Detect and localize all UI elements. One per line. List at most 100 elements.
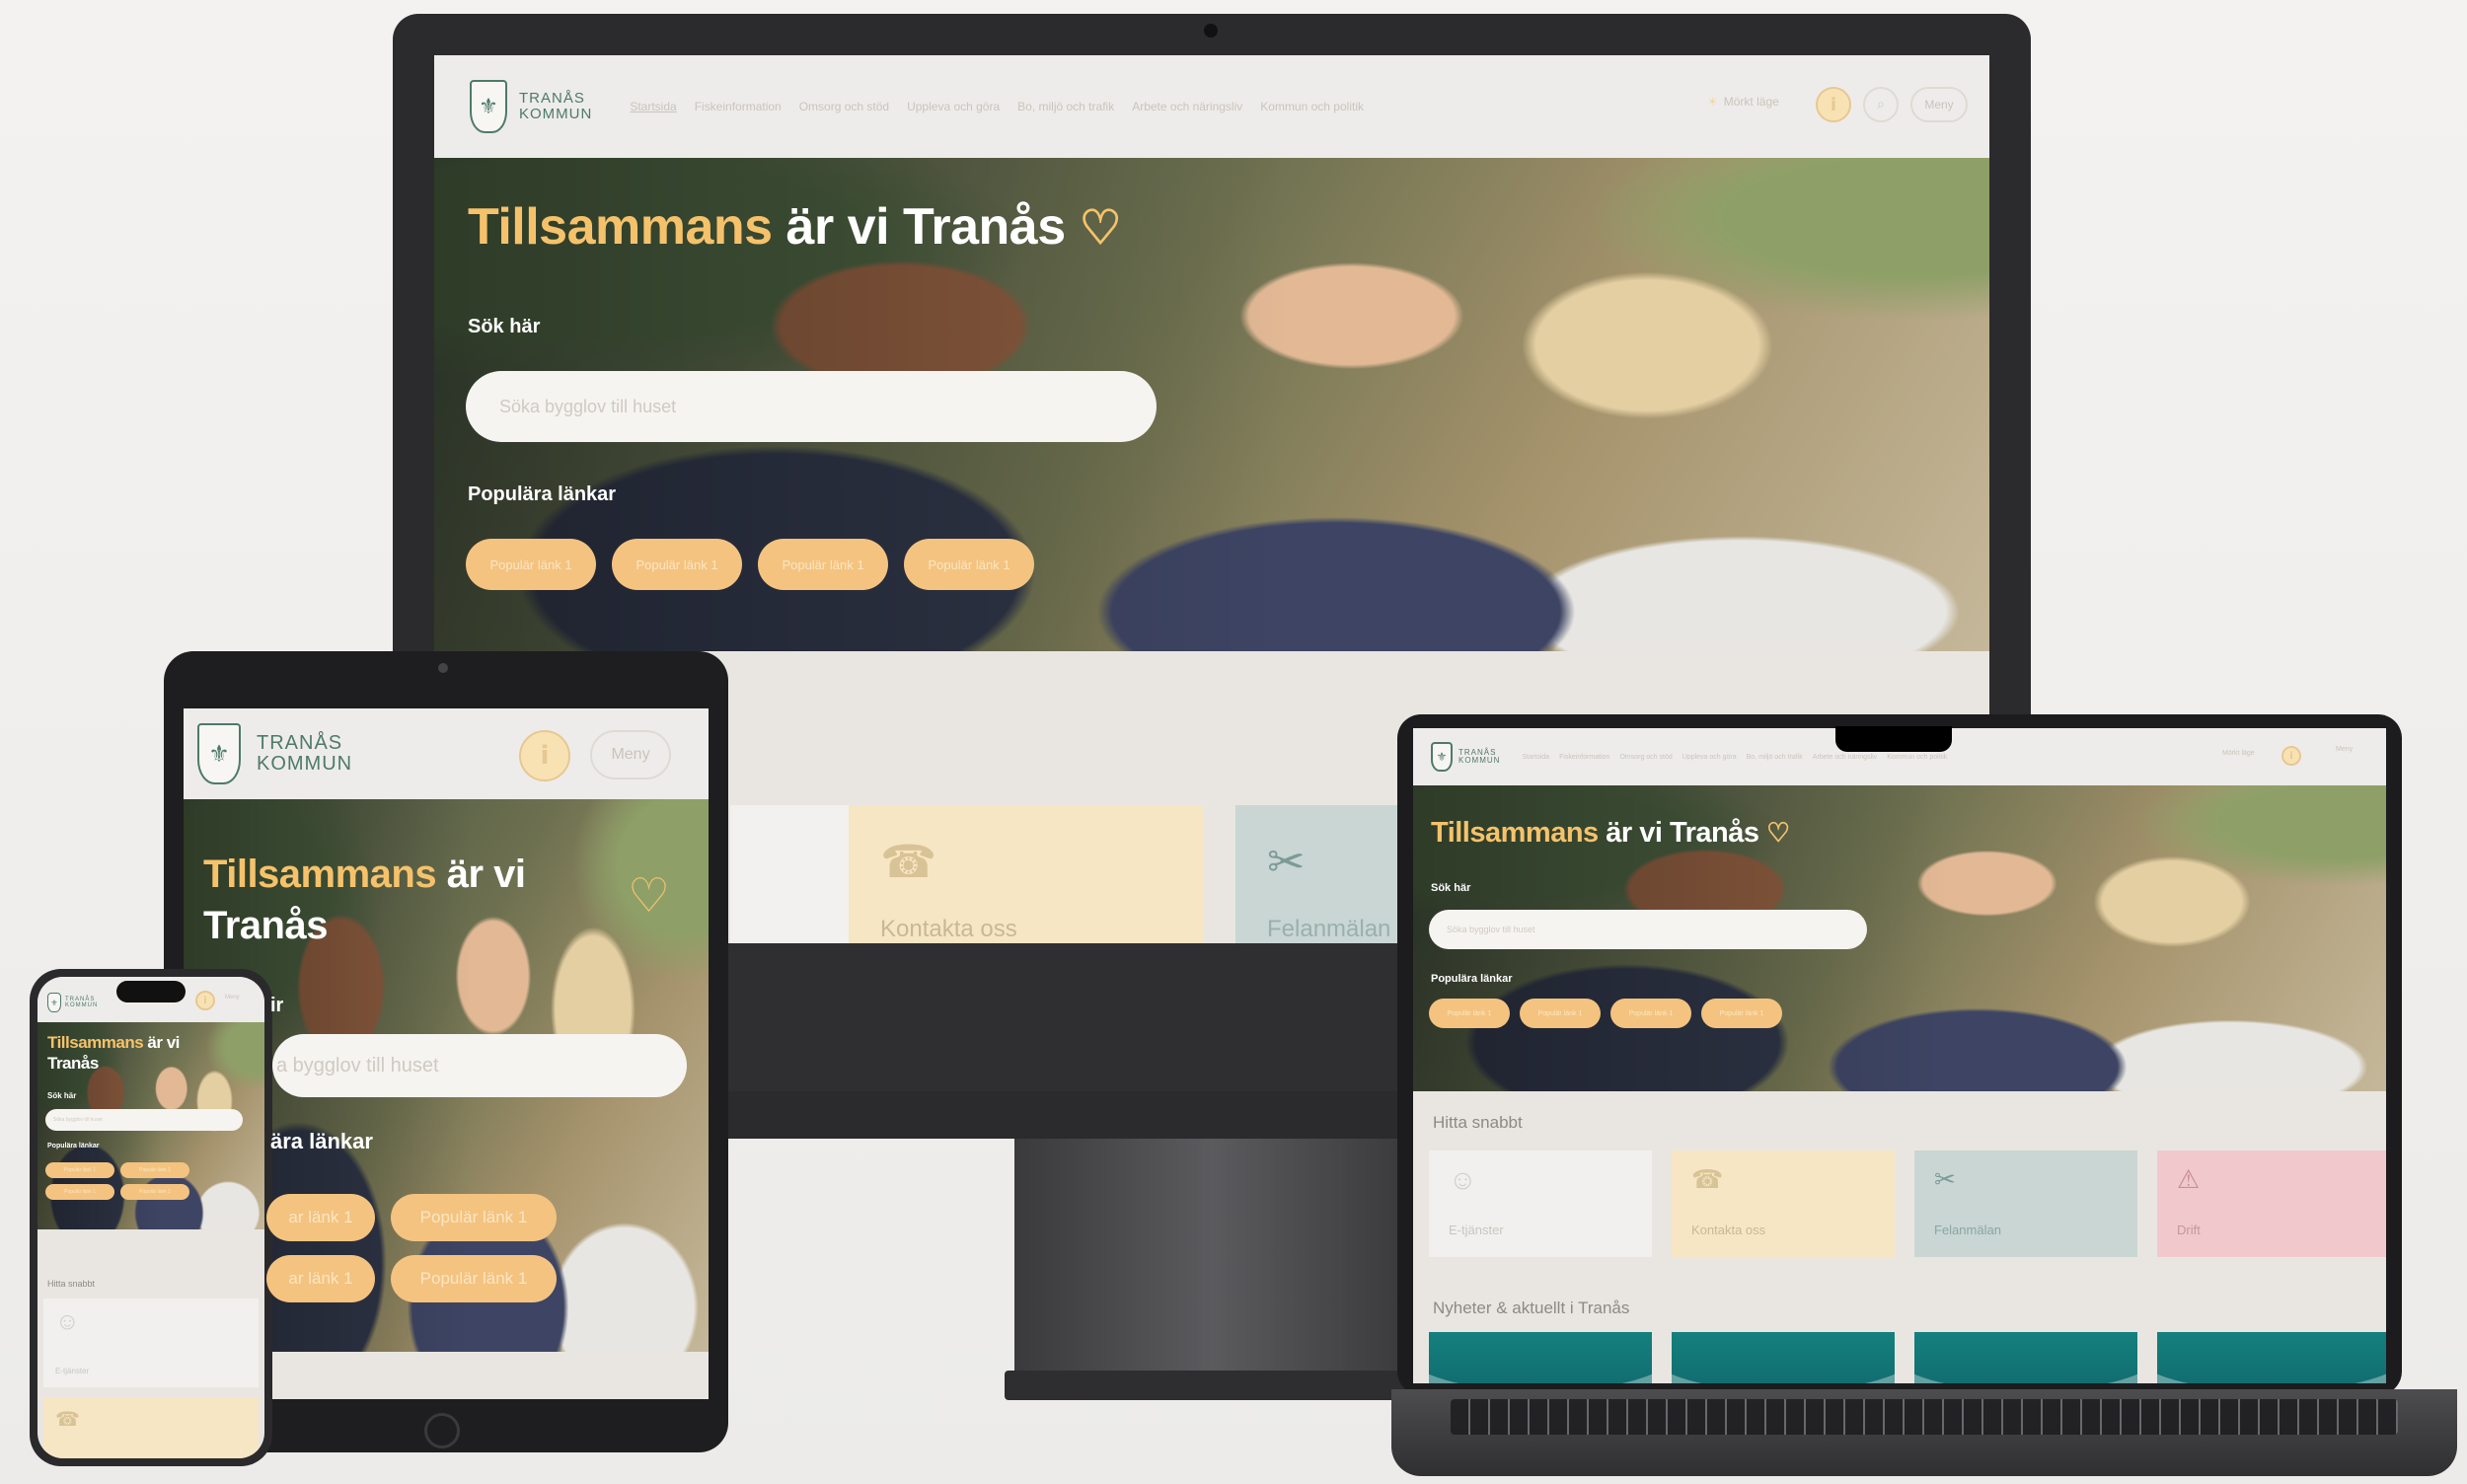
phone-popular-link-4[interactable]: Populär länk 1 (120, 1184, 189, 1200)
laptop-popular-links-label: Populära länkar (1431, 973, 1513, 985)
nav-item-4[interactable]: Uppleva och göra (907, 100, 1000, 113)
phone-search-input[interactable]: Söka bygglov till huset (45, 1109, 243, 1131)
laptop-nav-item-7[interactable]: Kommun och politik (1887, 754, 1947, 761)
popular-links: Populär länk 1 Populär länk 1 Populär lä… (466, 539, 1034, 590)
phone-popular-link-1[interactable]: Populär länk 1 (45, 1162, 114, 1178)
nav-item-3[interactable]: Omsorg och stöd (799, 100, 889, 113)
laptop-heart-icon: ♡ (1766, 818, 1790, 848)
popular-link-3[interactable]: Populär länk 1 (758, 539, 888, 590)
tablet-hero-title-rest: är vi (446, 853, 526, 896)
menu-button[interactable]: Meny (1910, 87, 1968, 122)
laptop-quick-card-report[interactable]: ✂ Felanmälan (1914, 1150, 2137, 1257)
laptop-menu-button[interactable]: Meny (2336, 746, 2353, 753)
popular-link-2[interactable]: Populär länk 1 (612, 539, 742, 590)
main-nav: Startsida Fiskeinformation Omsorg och st… (630, 100, 1364, 113)
phone-popular-link-2[interactable]: Populär länk 1 (120, 1162, 189, 1178)
hero-search-input[interactable]: Söka bygglov till huset (466, 371, 1157, 442)
laptop-search-label: Sök här (1431, 882, 1471, 894)
nav-item-7[interactable]: Kommun och politik (1260, 100, 1364, 113)
phone-logo-shield-icon[interactable]: ⚜ (47, 993, 61, 1012)
laptop-logo-line2: KOMMUN (1458, 756, 1501, 765)
phone-search-placeholder: Söka bygglov till huset (53, 1117, 103, 1123)
hero-title-highlight: Tillsammans (468, 198, 773, 256)
laptop-quick-card-drift-label: Drift (2177, 1223, 2201, 1237)
laptop-hero-title: Tillsammans är vi Tranås ♡ (1431, 817, 1790, 850)
news-tile-3[interactable] (1914, 1332, 2137, 1383)
popular-link-4[interactable]: Populär länk 1 (904, 539, 1034, 590)
laptop-popular-link-4[interactable]: Populär länk 1 (1701, 999, 1782, 1028)
laptop-search-placeholder: Söka bygglov till huset (1447, 925, 1535, 934)
dark-mode-toggle[interactable]: ☀ Mörkt läge (1707, 95, 1779, 109)
device-mockup-scene: ⚜ TRANÅS KOMMUN Startsida Fiskeinformati… (0, 0, 2467, 1484)
nav-item-2[interactable]: Fiskeinformation (695, 100, 782, 113)
laptop-tools-icon: ✂ (1934, 1164, 1956, 1194)
phone-popular-link-3[interactable]: Populär länk 1 (45, 1184, 114, 1200)
quick-card-partial-1[interactable] (730, 805, 859, 943)
laptop-logo-shield-icon[interactable]: ⚜ (1431, 742, 1453, 772)
laptop-info-icon[interactable]: i (2281, 746, 2301, 766)
phone-quick-card-contact[interactable]: ☎ (43, 1397, 259, 1458)
logo-shield-icon[interactable]: ⚜ (470, 80, 507, 133)
phone-hero-title-highlight: Tillsammans (47, 1033, 144, 1052)
news-tile-4[interactable] (2157, 1332, 2386, 1383)
laptop-nav-item-2[interactable]: Fiskeinformation (1559, 754, 1609, 761)
quick-card-contact[interactable]: ☎ Kontakta oss (849, 805, 1204, 943)
phone-quick-section-title: Hitta snabbt (47, 1279, 96, 1289)
logo-text[interactable]: TRANÅS KOMMUN (519, 91, 592, 122)
logo-line2: KOMMUN (519, 106, 593, 122)
phone-notch (116, 981, 186, 1002)
laptop-nav-item-4[interactable]: Uppleva och göra (1682, 754, 1737, 761)
tablet-popular-link-3[interactable]: ar länk 1 (266, 1255, 375, 1302)
nav-item-5[interactable]: Bo, miljö och trafik (1017, 100, 1114, 113)
logo-line1: TRANÅS (519, 90, 585, 108)
tablet-heart-icon: ♡ (628, 868, 671, 924)
phone-logo-line2: KOMMUN (65, 1002, 99, 1008)
laptop-nav-item-3[interactable]: Omsorg och stöd (1619, 754, 1672, 761)
laptop-hero-photo: Tillsammans är vi Tranås ♡ Sök här Söka … (1413, 785, 2386, 1091)
laptop-nav-item-5[interactable]: Bo, miljö och trafik (1747, 754, 1803, 761)
laptop-logo-text[interactable]: TRANÅS KOMMUN (1458, 748, 1501, 766)
laptop-nav-item-1[interactable]: Startsida (1522, 754, 1549, 761)
info-icon[interactable]: i (1816, 87, 1851, 122)
popular-link-1[interactable]: Populär länk 1 (466, 539, 596, 590)
tablet-logo-shield-icon[interactable]: ⚜ (197, 723, 241, 784)
phone-quick-card-eservices[interactable]: ☺ E-tjänster (43, 1298, 259, 1387)
news-tile-1[interactable] (1429, 1332, 1652, 1383)
news-tile-2[interactable] (1672, 1332, 1895, 1383)
tablet-hero-title-highlight: Tillsammans (203, 853, 437, 896)
laptop-quick-card-eservices[interactable]: ☺ E-tjänster (1429, 1150, 1652, 1257)
tablet-search-input[interactable]: a bygglov till huset (272, 1034, 687, 1097)
phone-search-label: Sök här (47, 1091, 77, 1100)
nav-item-6[interactable]: Arbete och näringsliv (1132, 100, 1242, 113)
phone-logo-text[interactable]: TRANÅS KOMMUN (65, 997, 98, 1009)
laptop-quick-card-contact[interactable]: ☎ Kontakta oss (1672, 1150, 1895, 1257)
laptop-popular-link-1[interactable]: Populär länk 1 (1429, 999, 1510, 1028)
phone-popular-links-label: Populära länkar (47, 1143, 100, 1150)
nav-item-startsida[interactable]: Startsida (630, 100, 676, 113)
phone-info-icon[interactable]: i (195, 991, 215, 1010)
laptop-popular-link-2[interactable]: Populär länk 1 (1520, 999, 1601, 1028)
laptop-keyboard (1451, 1399, 2398, 1435)
tablet-logo-line2: KOMMUN (257, 753, 353, 775)
laptop-search-input[interactable]: Söka bygglov till huset (1429, 910, 1867, 949)
phone-hero-title: Tillsammans är vi Tranås (47, 1032, 180, 1075)
tablet-logo-text[interactable]: TRANÅS KOMMUN (257, 733, 352, 775)
phone-phone-icon: ☎ (55, 1409, 80, 1431)
tablet-popular-link-4[interactable]: Populär länk 1 (391, 1255, 557, 1302)
laptop-nav-item-6[interactable]: Arbete och näringsliv (1813, 754, 1877, 761)
laptop-quick-card-drift[interactable]: ⚠ Drift (2157, 1150, 2386, 1257)
laptop-screen: ⚜ TRANÅS KOMMUN Startsida Fiskeinformati… (1413, 728, 2386, 1383)
search-icon[interactable]: ⌕ (1863, 87, 1899, 122)
phone-quick-card-eservices-label: E-tjänster (55, 1367, 90, 1375)
tablet-menu-button[interactable]: Meny (590, 730, 671, 779)
tablet-popular-link-2[interactable]: Populär länk 1 (391, 1194, 557, 1241)
tablet-popular-link-1[interactable]: ar länk 1 (266, 1194, 375, 1241)
phone-menu-button[interactable]: Meny (225, 995, 240, 1001)
warning-icon: ⚠ (2177, 1164, 2201, 1194)
tablet-info-icon[interactable]: i (519, 730, 570, 781)
laptop-dark-mode-toggle[interactable]: Mörkt läge (2222, 750, 2255, 757)
laptop-popular-link-3[interactable]: Populär länk 1 (1610, 999, 1691, 1028)
phone-screen: ⚜ TRANÅS KOMMUN i Meny Tillsammans är vi… (37, 977, 264, 1458)
hero-title-rest: är vi Tranås (785, 198, 1067, 256)
laptop-main-nav: Startsida Fiskeinformation Omsorg och st… (1522, 754, 1947, 761)
